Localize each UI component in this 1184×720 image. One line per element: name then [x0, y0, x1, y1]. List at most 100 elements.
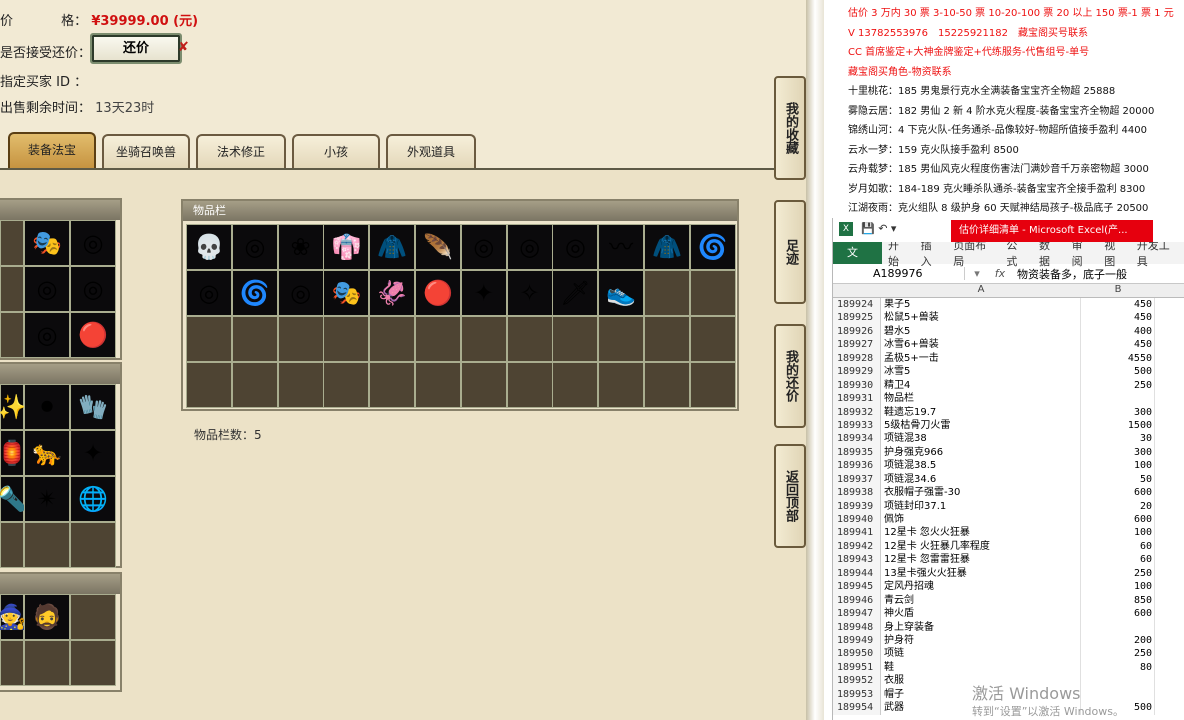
cell-a[interactable]: 碧水5 [881, 324, 1081, 339]
item-slot[interactable]: 🔴 [70, 312, 116, 358]
row-number[interactable]: 189945 [833, 580, 881, 594]
item-slot[interactable]: ✦ [70, 430, 116, 476]
close-icon[interactable]: ✘ [178, 40, 189, 55]
item-slot[interactable]: 〰 [598, 224, 645, 270]
row-number[interactable]: 189926 [833, 324, 881, 339]
cell-a[interactable]: 项链混34.6 [881, 472, 1081, 487]
empty-slot[interactable] [0, 640, 24, 686]
cell-a[interactable]: 冰雪6+兽装 [881, 338, 1081, 352]
cell-a[interactable]: 项链混38.5 [881, 459, 1081, 473]
empty-slot[interactable] [414, 362, 461, 408]
row-number[interactable]: 189925 [833, 311, 881, 325]
item-slot[interactable]: 🔦 [0, 476, 27, 522]
row-number[interactable]: 189951 [833, 660, 881, 675]
item-slot[interactable]: ✨ [0, 384, 27, 430]
cell-a[interactable]: 松鼠5+兽装 [881, 311, 1081, 325]
cell-b[interactable]: 60 [1081, 539, 1155, 554]
item-slot[interactable]: ✴ [24, 476, 70, 522]
cell-b[interactable] [1081, 620, 1155, 634]
cell-b[interactable]: 600 [1081, 513, 1155, 527]
row-number[interactable]: 189952 [833, 674, 881, 688]
cell-b[interactable]: 600 [1081, 486, 1155, 500]
cell-a[interactable]: 12星卡 忽火火狂暴 [881, 526, 1081, 540]
cell-b[interactable]: 600 [1081, 607, 1155, 621]
empty-slot[interactable] [643, 270, 690, 316]
cell-a[interactable]: 项链 [881, 647, 1081, 661]
item-slot[interactable]: 👟 [598, 270, 645, 316]
row-number[interactable]: 189941 [833, 526, 881, 540]
cell-a[interactable]: 护身强克966 [881, 445, 1081, 460]
row-number[interactable]: 189936 [833, 459, 881, 473]
cell-b[interactable]: 400 [1081, 324, 1155, 339]
empty-slot[interactable] [369, 362, 416, 408]
cell-b[interactable] [1081, 687, 1155, 702]
empty-slot[interactable] [277, 316, 324, 362]
empty-slot[interactable] [186, 316, 232, 362]
empty-slot[interactable] [0, 220, 24, 266]
cell-b[interactable]: 50 [1081, 472, 1155, 487]
empty-slot[interactable] [689, 316, 736, 362]
row-number[interactable]: 189954 [833, 701, 881, 715]
row-number[interactable]: 189929 [833, 365, 881, 379]
row-number[interactable]: 189939 [833, 499, 881, 513]
row-number[interactable]: 189946 [833, 593, 881, 608]
cell-b[interactable]: 4550 [1081, 351, 1155, 366]
item-slot[interactable]: ✦ [460, 270, 507, 316]
cell-a[interactable]: 孟极5+一击 [881, 351, 1081, 366]
cell-b[interactable]: 20 [1081, 499, 1155, 513]
item-slot[interactable]: 🧤 [70, 384, 116, 430]
column-b-header[interactable]: B [1081, 284, 1155, 297]
cell-b[interactable]: 450 [1081, 298, 1155, 312]
row-number[interactable]: 189947 [833, 607, 881, 621]
cell-b[interactable] [1081, 674, 1155, 688]
empty-slot[interactable] [598, 362, 645, 408]
cell-b[interactable]: 100 [1081, 526, 1155, 540]
empty-slot[interactable] [506, 316, 553, 362]
cell-a[interactable]: 衣服帽子强雷-30 [881, 486, 1081, 500]
tab-equipment[interactable]: 装备法宝 [8, 132, 96, 169]
empty-slot[interactable] [323, 316, 370, 362]
cell-a[interactable]: 鞋遗忘19.7 [881, 405, 1081, 419]
row-number[interactable]: 189938 [833, 486, 881, 500]
cell-a[interactable]: 13星卡强火火狂暴 [881, 566, 1081, 581]
cell-b[interactable]: 250 [1081, 647, 1155, 661]
empty-slot[interactable] [231, 362, 278, 408]
side-tab-back-to-top[interactable]: 返回顶部 [774, 444, 806, 548]
name-box[interactable]: A189976 [833, 267, 965, 280]
empty-slot[interactable] [643, 316, 690, 362]
empty-slot[interactable] [506, 362, 553, 408]
cell-a[interactable]: 佩饰 [881, 513, 1081, 527]
empty-slot[interactable] [24, 640, 70, 686]
item-slot[interactable]: 🪶 [414, 224, 461, 270]
tab-mounts-pets[interactable]: 坐骑召唤兽 [102, 134, 190, 169]
item-slot[interactable]: 🦑 [369, 270, 416, 316]
cell-b[interactable] [1081, 392, 1155, 406]
cell-b[interactable]: 500 [1081, 365, 1155, 379]
item-slot[interactable]: 🎭 [24, 220, 70, 266]
cell-b[interactable]: 850 [1081, 593, 1155, 608]
cell-a[interactable]: 5级枯骨刀火雷 [881, 418, 1081, 433]
item-slot[interactable]: ✧ [506, 270, 553, 316]
item-slot[interactable]: 🌀 [689, 224, 736, 270]
corner-cell[interactable] [833, 284, 881, 297]
empty-slot[interactable] [231, 316, 278, 362]
empty-slot[interactable] [0, 266, 24, 312]
empty-slot[interactable] [0, 312, 24, 358]
item-slot[interactable]: 🧔 [24, 594, 70, 640]
cell-a[interactable]: 项链封印37.1 [881, 499, 1081, 513]
row-number[interactable]: 189930 [833, 378, 881, 393]
cell-b[interactable]: 200 [1081, 633, 1155, 648]
empty-slot[interactable] [70, 594, 116, 640]
empty-slot[interactable] [323, 362, 370, 408]
empty-slot[interactable] [460, 362, 507, 408]
tab-appearance[interactable]: 外观道具 [386, 134, 476, 169]
row-number[interactable]: 189943 [833, 553, 881, 567]
cell-b[interactable]: 450 [1081, 338, 1155, 352]
item-slot[interactable]: 🗡 [552, 270, 599, 316]
empty-slot[interactable] [24, 522, 70, 568]
cell-b[interactable]: 300 [1081, 405, 1155, 419]
item-slot[interactable]: ◎ [552, 224, 599, 270]
side-tab-favorites[interactable]: 我的收藏 [774, 76, 806, 180]
item-slot[interactable]: ❀ [277, 224, 324, 270]
fx-icon[interactable]: fx [989, 267, 1011, 280]
